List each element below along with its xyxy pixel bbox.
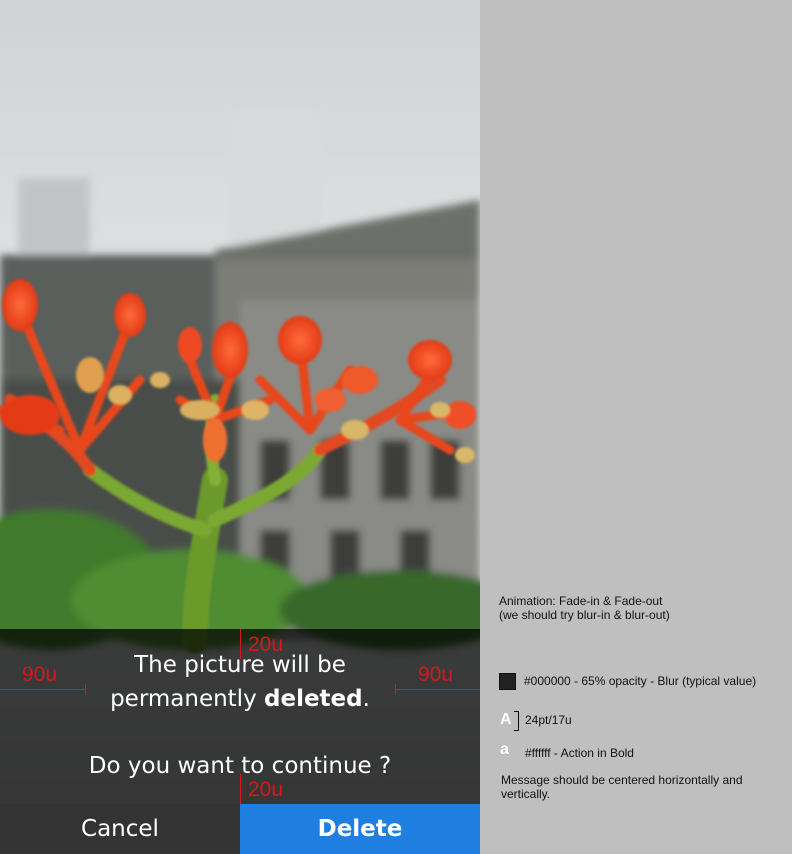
delete-button[interactable]: Delete: [240, 804, 480, 854]
left-dimension-tick: [85, 684, 86, 695]
background-spec: #000000 - 65% opacity - Blur (typical va…: [524, 674, 757, 688]
top-dimension-line: [240, 629, 241, 659]
bottom-dimension-label: 20u: [248, 778, 284, 801]
font-size-icon: A: [500, 711, 512, 728]
left-dimension-line: [0, 689, 86, 690]
animation-spec: Animation: Fade-in & Fade-out (we should…: [499, 594, 670, 622]
dialog-buttons: Cancel Delete: [0, 804, 480, 854]
right-dimension-tick: [395, 684, 396, 695]
font-size-spec: 24pt/17u: [525, 713, 572, 727]
font-size-bracket: [514, 711, 519, 731]
cancel-button[interactable]: Cancel: [0, 804, 240, 854]
text-color-icon: a: [500, 741, 509, 758]
top-dimension-label: 20u: [248, 633, 284, 656]
right-dimension-line: [395, 689, 480, 690]
right-dimension-label: 90u: [418, 663, 454, 686]
bottom-dimension-line: [240, 774, 241, 804]
message-line-2-period: .: [362, 686, 370, 712]
text-color-spec: #ffffff - Action in Bold: [525, 746, 634, 760]
left-dimension-label: 90u: [22, 663, 58, 686]
animation-spec-line-2: (we should try blur-in & blur-out): [499, 608, 670, 622]
message-emphasis: deleted: [264, 686, 363, 712]
centering-note: Message should be centered horizontally …: [501, 773, 743, 801]
message-line-2: permanently deleted.: [0, 682, 480, 716]
message-line-2-text: permanently: [110, 686, 264, 712]
centering-note-line-1: Message should be centered horizontally …: [501, 773, 743, 787]
centering-note-line-2: vertically.: [501, 787, 551, 801]
animation-spec-line-1: Animation: Fade-in & Fade-out: [499, 594, 663, 608]
phone-preview: The picture will be permanently deleted.…: [0, 0, 480, 854]
color-swatch-icon: [499, 673, 516, 690]
